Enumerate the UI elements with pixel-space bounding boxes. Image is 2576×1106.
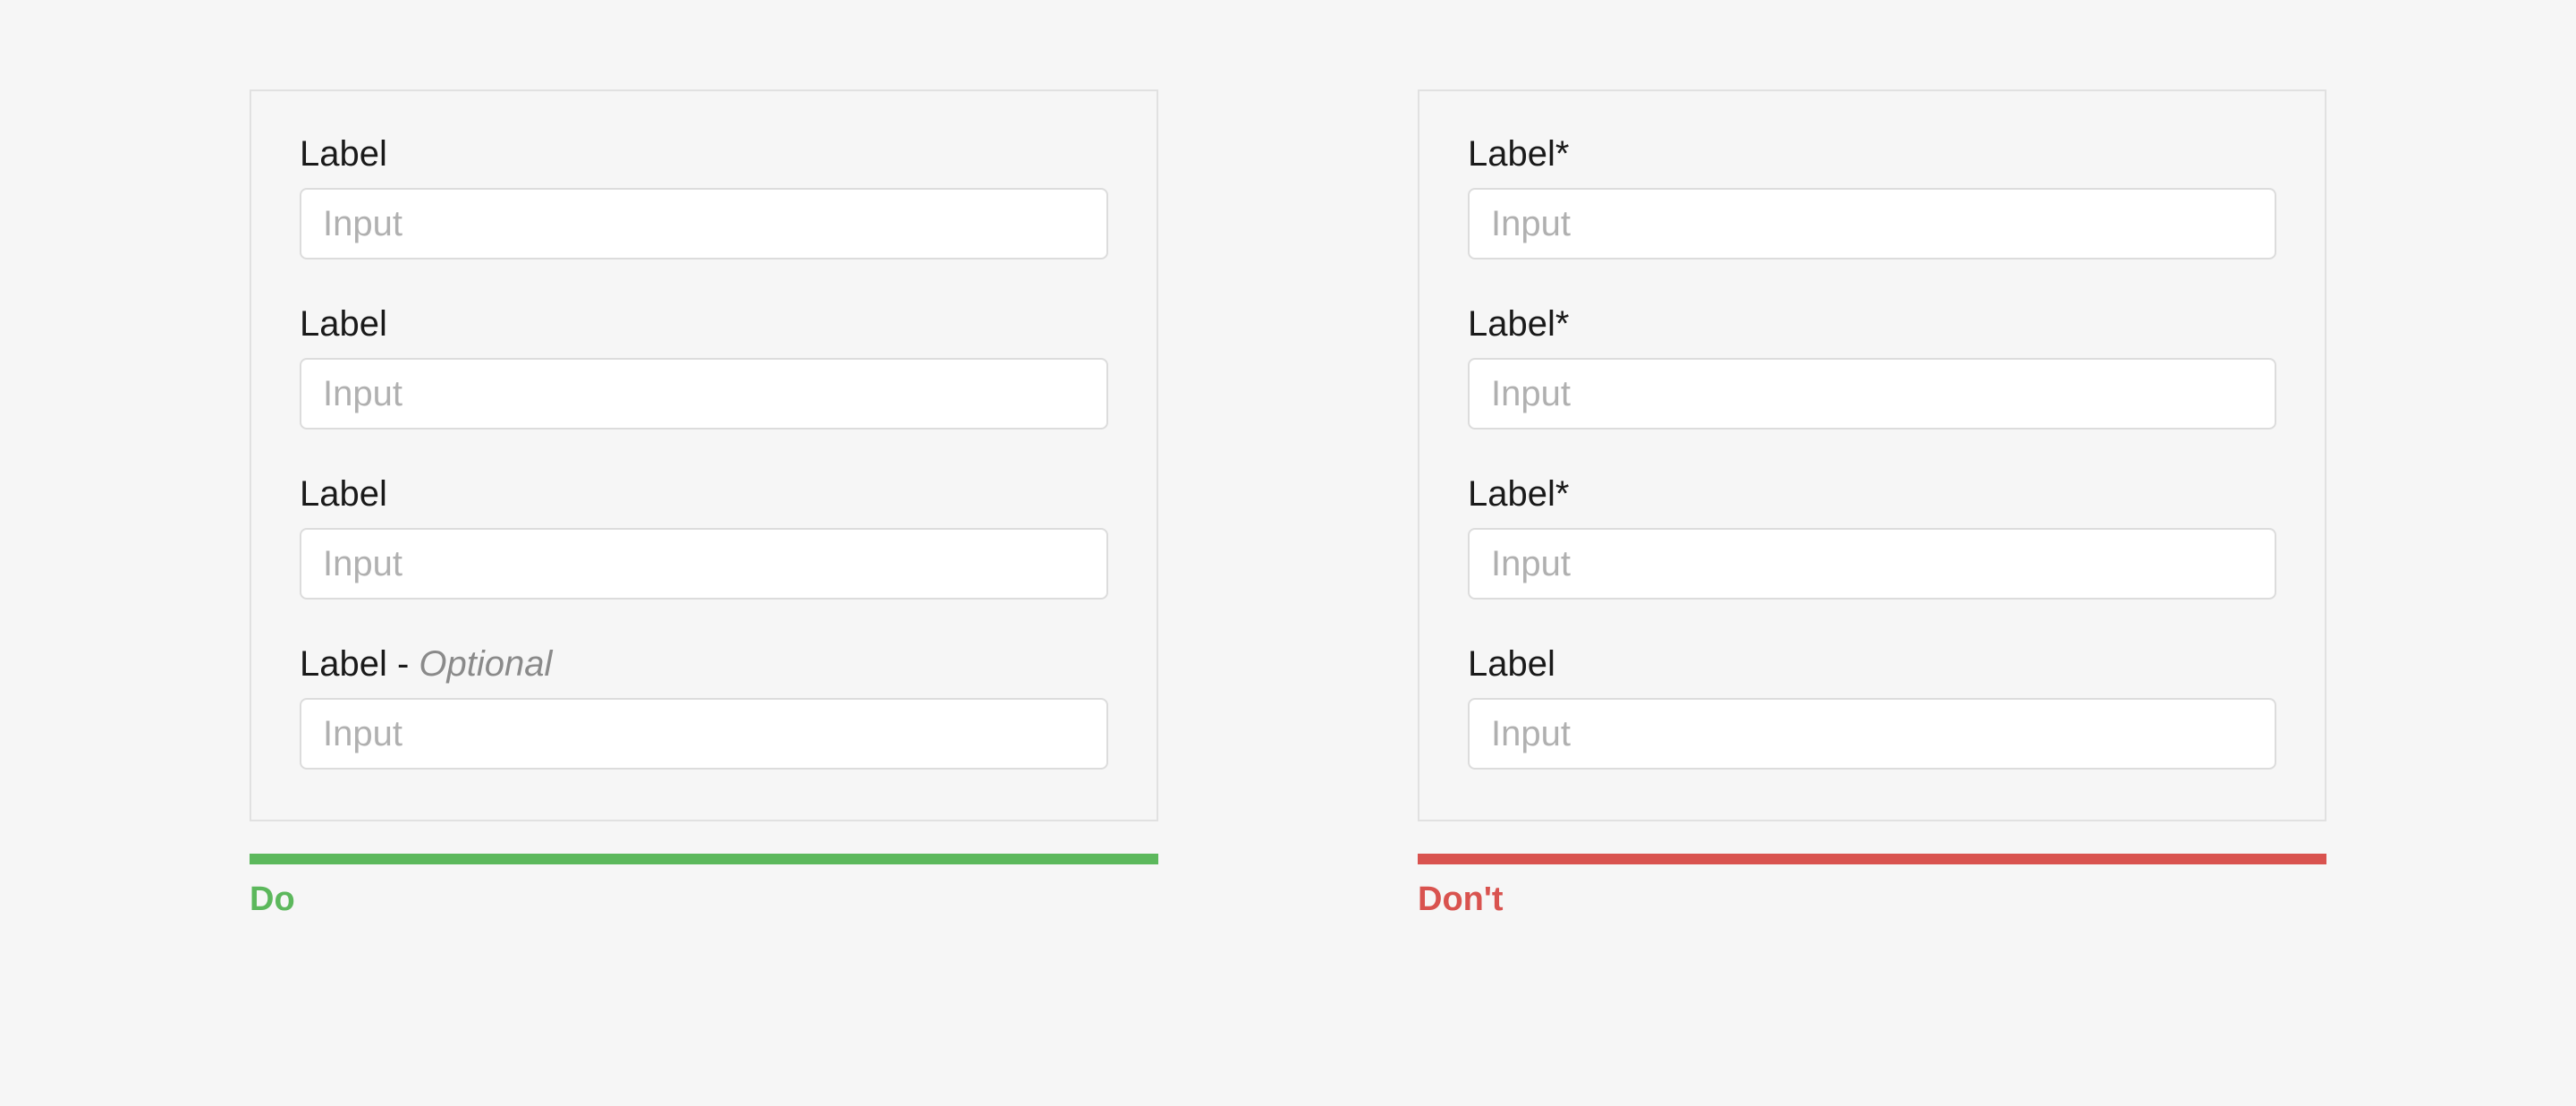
field-label: Label* [1468,132,2276,175]
label-text: Label* [1468,304,1569,344]
comparison-stage: Label Label Label Label - Optional [0,0,2576,1106]
text-input[interactable] [1468,358,2276,430]
dont-example: Label* Label* Label* Label [1418,89,2326,1106]
text-input[interactable] [1468,528,2276,600]
form-field: Label* [1468,302,2276,430]
field-label: Label [300,302,1108,345]
label-text: Label [300,644,387,684]
do-panel: Label Label Label Label - Optional [250,89,1158,821]
dont-panel: Label* Label* Label* Label [1418,89,2326,821]
form-field: Label [300,302,1108,430]
label-text: Label* [1468,134,1569,174]
label-optional: Optional [419,644,552,684]
text-input[interactable] [300,188,1108,259]
label-text: Label [300,134,387,174]
form-field: Label* [1468,132,2276,259]
dont-caption: Don't [1418,881,2326,919]
do-caption: Do [250,881,1158,919]
field-label: Label - Optional [300,642,1108,685]
do-indicator-bar [250,854,1158,864]
label-separator: - [387,644,419,684]
label-text: Label [300,474,387,514]
field-label: Label [300,132,1108,175]
field-label: Label* [1468,302,2276,345]
form-field: Label* [1468,472,2276,600]
do-example: Label Label Label Label - Optional [250,89,1158,1106]
form-field: Label [300,472,1108,600]
text-input[interactable] [1468,698,2276,770]
field-label: Label [1468,642,2276,685]
text-input[interactable] [300,528,1108,600]
label-text: Label [300,304,387,344]
dont-indicator-bar [1418,854,2326,864]
text-input[interactable] [1468,188,2276,259]
label-text: Label [1468,644,1555,684]
label-text: Label* [1468,474,1569,514]
form-field: Label [300,132,1108,259]
field-label: Label* [1468,472,2276,515]
form-field: Label [1468,642,2276,770]
field-label: Label [300,472,1108,515]
text-input[interactable] [300,358,1108,430]
form-field: Label - Optional [300,642,1108,770]
text-input[interactable] [300,698,1108,770]
